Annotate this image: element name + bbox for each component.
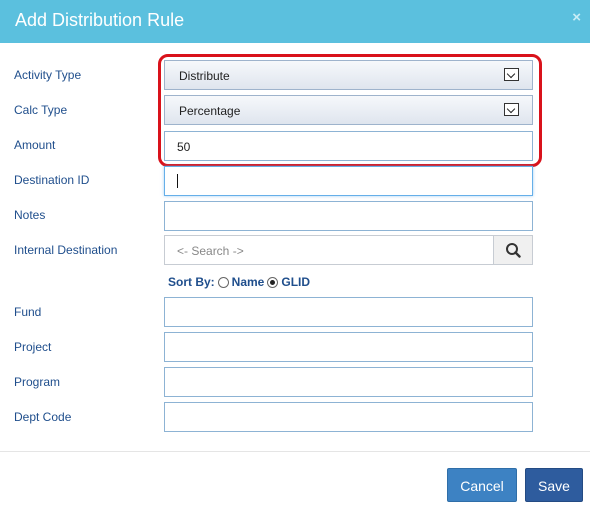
internal-destination-input[interactable]: <- Search ->: [164, 235, 494, 265]
program-input[interactable]: [164, 367, 533, 397]
calc-type-label: Calc Type: [14, 103, 68, 117]
fund-input[interactable]: [164, 297, 533, 327]
sort-name-radio[interactable]: [217, 276, 229, 288]
search-placeholder: <- Search ->: [177, 244, 244, 258]
amount-label: Amount: [14, 138, 56, 152]
footer-divider: [0, 451, 590, 452]
program-label: Program: [14, 375, 61, 389]
dept-code-label: Dept Code: [14, 410, 72, 424]
dialog-header: Add Distribution Rule ×: [0, 0, 590, 43]
sort-glid-label[interactable]: GLID: [281, 275, 310, 289]
highlight-annotation: [158, 54, 542, 167]
sort-name-label[interactable]: Name: [232, 275, 265, 289]
sort-glid-radio[interactable]: [267, 276, 279, 288]
notes-input[interactable]: [164, 201, 533, 231]
search-icon: [506, 243, 521, 258]
destination-id-input[interactable]: [164, 166, 533, 196]
dialog-title: Add Distribution Rule: [15, 10, 185, 30]
cancel-button[interactable]: Cancel: [447, 468, 517, 502]
internal-destination-search: <- Search ->: [164, 235, 533, 265]
activity-type-label: Activity Type: [14, 68, 82, 82]
fund-label: Fund: [14, 305, 42, 319]
sort-by-label: Sort By:: [168, 275, 215, 289]
destination-id-label: Destination ID: [14, 173, 90, 187]
text-cursor: [177, 174, 178, 188]
search-button[interactable]: [493, 235, 533, 265]
project-label: Project: [14, 340, 52, 354]
dept-code-input[interactable]: [164, 402, 533, 432]
close-icon[interactable]: ×: [572, 9, 581, 26]
project-input[interactable]: [164, 332, 533, 362]
save-button[interactable]: Save: [525, 468, 583, 502]
internal-destination-label: Internal Destination: [14, 243, 118, 257]
sort-by-group: Sort By: Name GLID: [168, 275, 310, 289]
notes-label: Notes: [14, 208, 46, 222]
